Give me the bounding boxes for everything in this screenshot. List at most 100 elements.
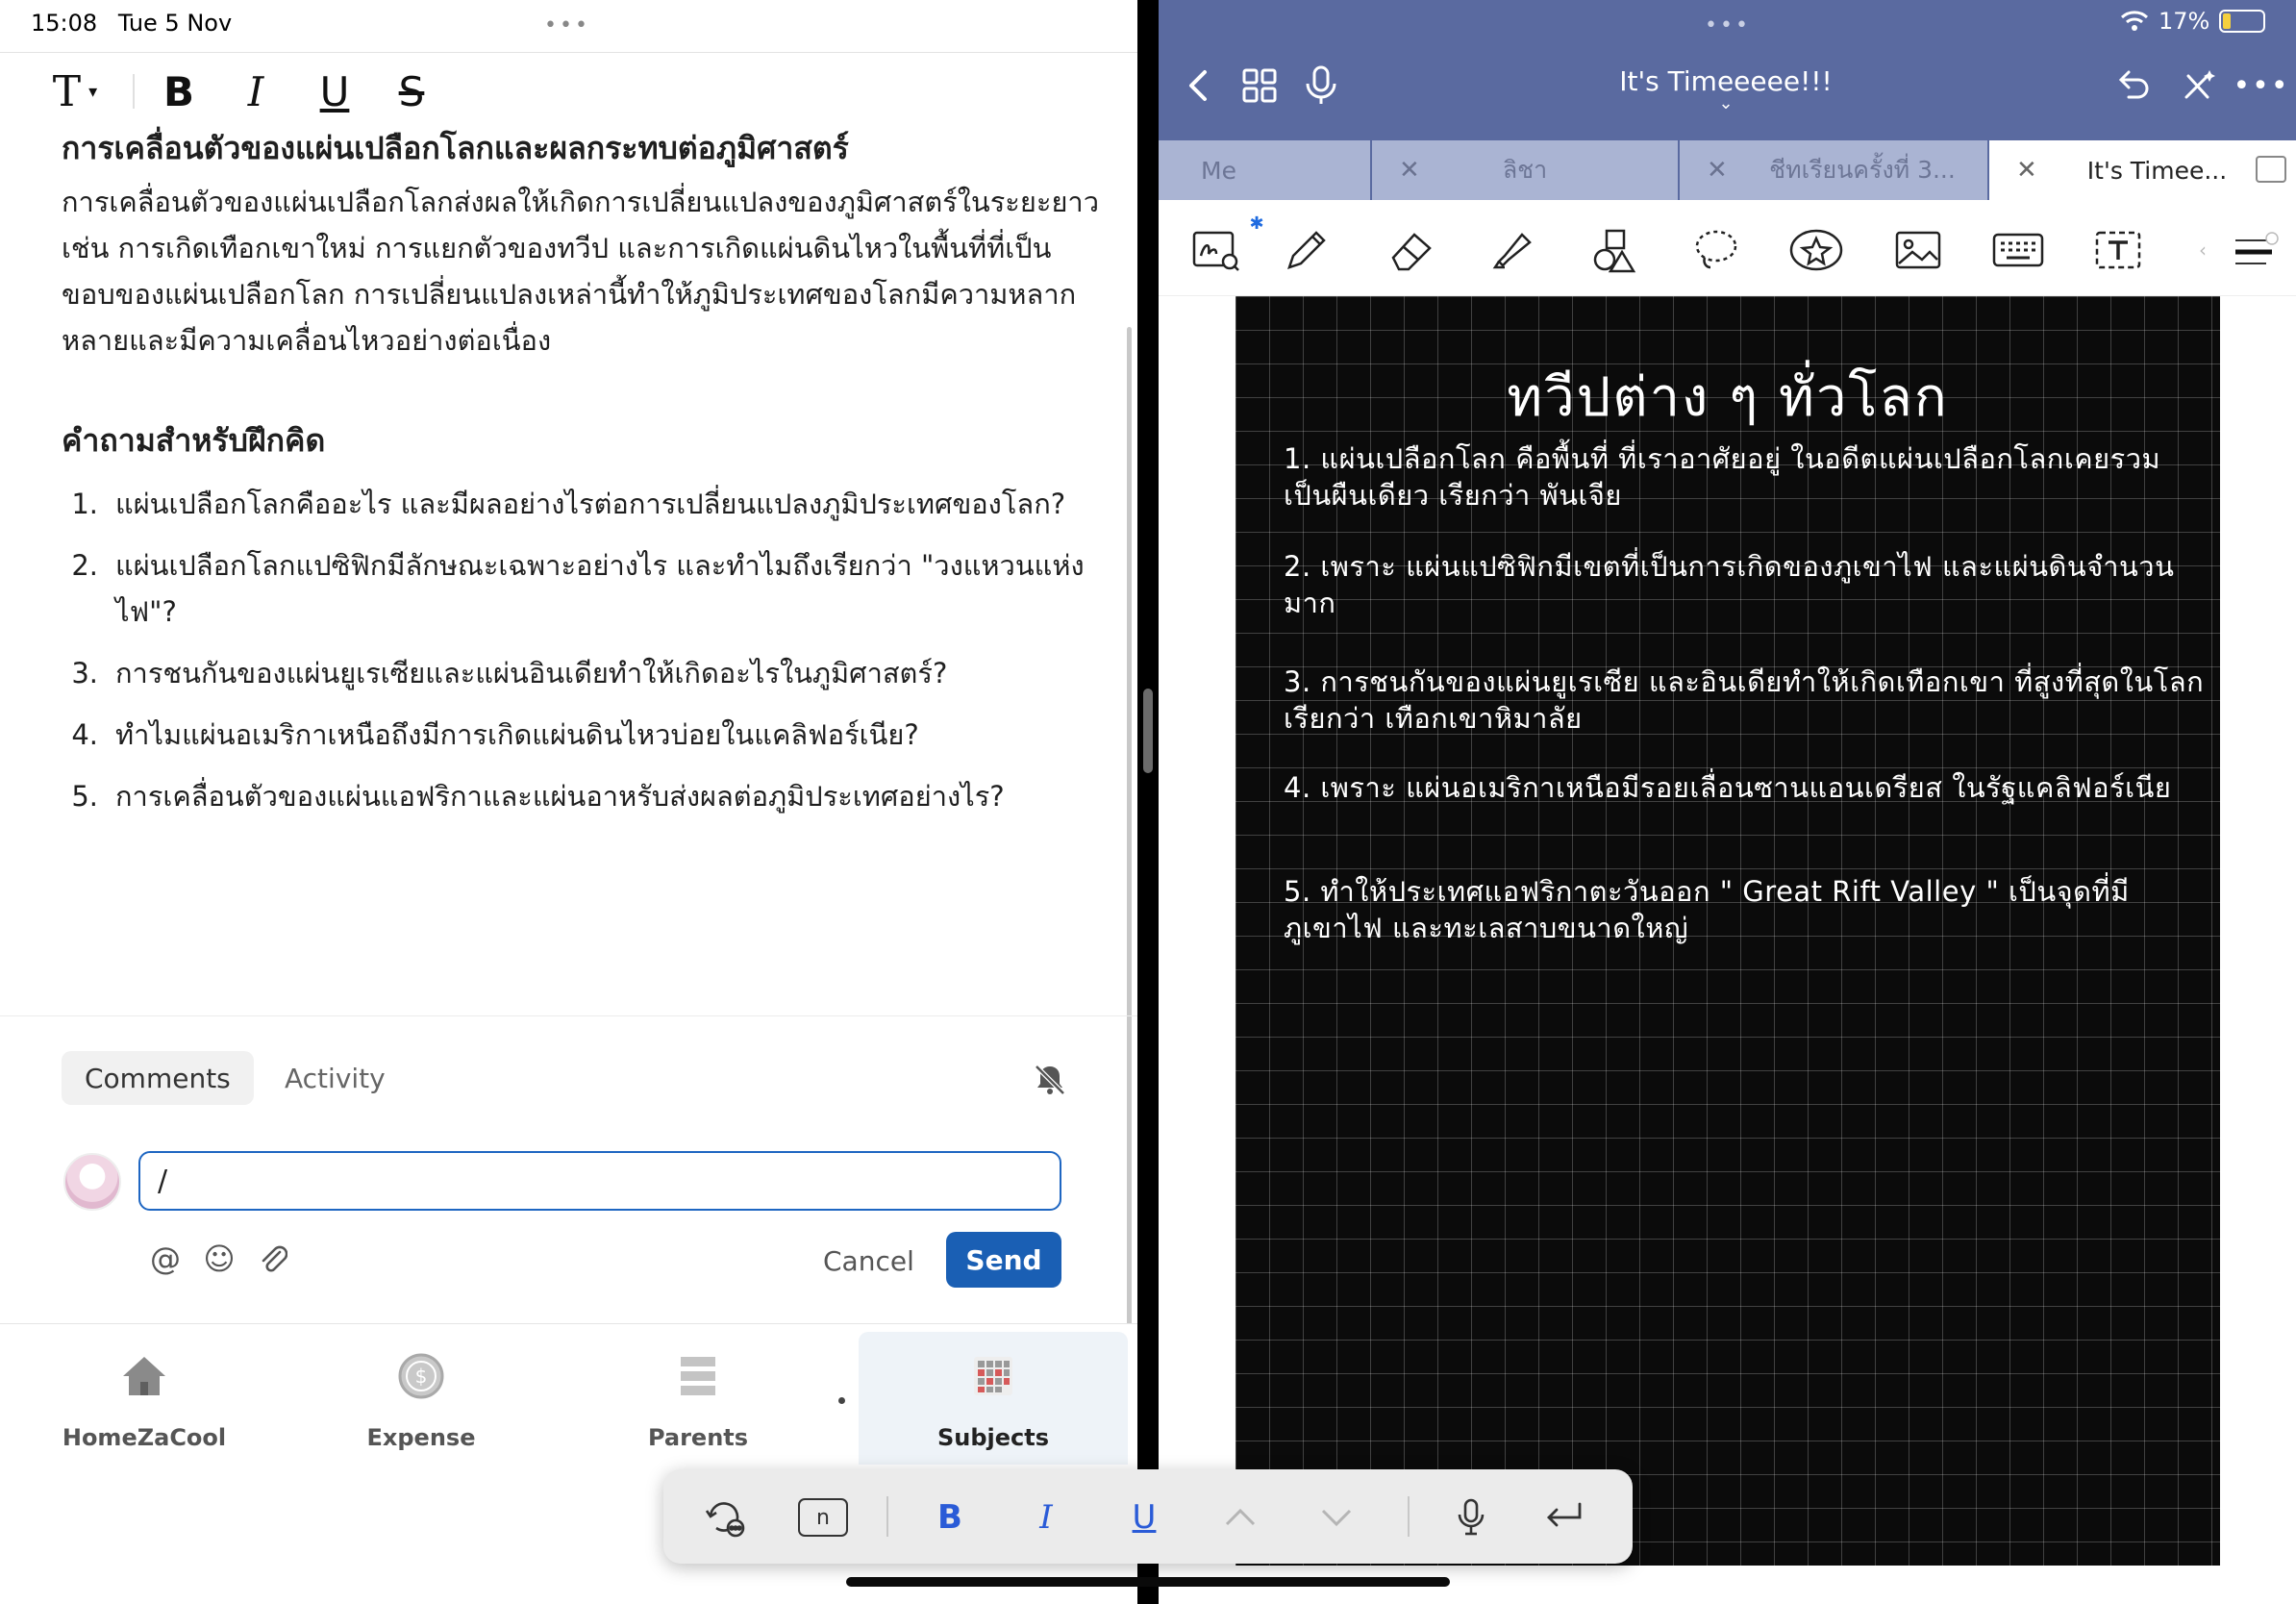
nav-label: HomeZaCool [62, 1424, 227, 1451]
tab-label: It's Timee... [2086, 156, 2228, 185]
mention-icon[interactable]: @ [146, 1240, 185, 1278]
shapes-tool-icon[interactable] [1584, 221, 1645, 279]
drawing-toolbar: ✱ ‹ [1159, 200, 2296, 296]
strikethrough-button[interactable]: S [390, 63, 433, 120]
close-sparkle-icon[interactable] [2176, 63, 2220, 108]
sidebar-toggle-icon[interactable] [2256, 156, 2286, 183]
tab-class-sheet[interactable]: ✕ ชีทเรียนครั้งที่ 3... [1680, 140, 1987, 200]
lasso-tool-icon[interactable] [1685, 221, 1747, 279]
wifi-icon [2120, 11, 2149, 31]
notebook-title[interactable]: It's Timeeeee!!! ⌄ [1437, 65, 2014, 113]
list-number: 4. [71, 718, 98, 751]
questions-list: 1. แผ่นเปลือกโลกคืออะไร และมีผลอย่างไรต่… [62, 481, 1100, 819]
toolbar-divider [886, 1496, 888, 1537]
multitask-menu-icon[interactable]: ••• [544, 13, 590, 38]
underline-button[interactable]: U [1117, 1492, 1171, 1542]
undo-history-icon[interactable] [698, 1492, 752, 1542]
highlighter-tool-icon[interactable] [1482, 221, 1543, 279]
svg-text:$: $ [415, 1365, 428, 1388]
chevron-down-icon[interactable] [1310, 1492, 1363, 1542]
home-indicator[interactable] [846, 1577, 1450, 1587]
split-view-divider[interactable] [1137, 0, 1159, 1604]
chevron-up-icon[interactable] [1213, 1492, 1267, 1542]
battery-percent: 17% [2159, 8, 2210, 35]
nav-item-homezacool[interactable]: HomeZaCool [10, 1332, 279, 1465]
multitask-menu-icon[interactable]: ••• [1705, 13, 1751, 38]
microphone-icon[interactable] [1299, 63, 1343, 108]
bold-button[interactable]: B [158, 63, 200, 120]
text-style-label: T [52, 66, 82, 116]
nav-label: Parents [647, 1424, 749, 1451]
notebook-tabs: Me ✕ ลิชา ✕ ชีทเรียนครั้งที่ 3... ✕ It's… [1159, 140, 2296, 200]
handwritten-item: 5. ทำให้ประเทศแอฟริกาตะวันออก " Great Ri… [1284, 875, 2130, 944]
cancel-button[interactable]: Cancel [804, 1234, 934, 1288]
handwritten-item: 3. การชนกันของแผ่นยูเรเซีย และอินเดียทำใ… [1284, 665, 2205, 735]
notebook-header: ••• 17% It's Timeeeee!!! ⌄ ••• [1159, 0, 2296, 140]
sticker-star-icon[interactable] [1785, 221, 1847, 279]
return-icon[interactable] [1536, 1492, 1590, 1542]
tab-licha[interactable]: ✕ ลิชา [1372, 140, 1678, 200]
tab-its-timeeeee[interactable]: ✕ It's Timee... [1989, 140, 2296, 200]
comment-input[interactable] [138, 1151, 1061, 1211]
house-icon [119, 1351, 169, 1401]
chevron-left-icon[interactable]: ‹ [2184, 221, 2222, 279]
italic-button[interactable]: I [1019, 1492, 1073, 1542]
doc-paragraph: การเคลื่อนตัวของแผ่นเปลือกโลกส่งผลให้เกิ… [62, 186, 1100, 357]
undo-icon[interactable] [2110, 63, 2155, 108]
toolbar-divider [1408, 1496, 1410, 1537]
stroke-width-icon[interactable] [2224, 221, 2285, 279]
handwriting-zoom-icon[interactable] [1185, 221, 1247, 279]
list-number: 1. [71, 488, 98, 520]
status-time: 15:08 [31, 10, 98, 37]
key-n-button[interactable]: n [796, 1492, 850, 1542]
nav-item-parents[interactable]: Parents [563, 1332, 833, 1465]
notes-app-pane: 15:08 Tue 5 Nov ••• T ▾ B I U S การเคลื่… [0, 0, 1137, 1604]
tab-label: Me [1201, 156, 1236, 185]
battery-icon [2219, 10, 2266, 33]
pen-tool-icon[interactable] [1274, 221, 1335, 279]
back-icon[interactable] [1176, 63, 1220, 108]
nav-item-expense[interactable]: $ Expense [287, 1332, 556, 1465]
tab-me[interactable]: Me [1159, 140, 1370, 200]
underline-button[interactable]: U [313, 63, 356, 120]
italic-button[interactable]: I [235, 63, 277, 120]
chevron-down-icon: ⌄ [1718, 93, 1734, 113]
nav-item-subjects[interactable]: Subjects [859, 1332, 1128, 1465]
chevron-down-icon: ▾ [88, 81, 98, 102]
tab-comments[interactable]: Comments [62, 1051, 254, 1105]
calendar-grid-icon [968, 1351, 1018, 1401]
list-text: การเคลื่อนตัวของแผ่นแอฟริกาและแผ่นอาหรับ… [115, 780, 1005, 813]
attachment-icon[interactable] [254, 1240, 292, 1278]
key-n-label: n [798, 1498, 848, 1537]
emoji-icon[interactable]: ☺ [200, 1240, 238, 1278]
text-box-tool-icon[interactable] [2087, 221, 2149, 279]
questions-heading: คำถามสำหรับฝึกคิด [62, 422, 326, 459]
tab-activity[interactable]: Activity [262, 1051, 409, 1105]
bell-slash-icon[interactable] [1031, 1061, 1069, 1099]
goodnotes-pane: ••• 17% It's Timeeeee!!! ⌄ ••• Me ✕ ลิชา… [1159, 0, 2296, 1604]
list-item: 5. การเคลื่อนตัวของแผ่นแอฟริกาและแผ่นอาห… [62, 773, 1100, 819]
list-item: 1. แผ่นเปลือกโลกคืออะไร และมีผลอย่างไรต่… [62, 481, 1100, 527]
split-view-handle[interactable] [1143, 689, 1153, 773]
eraser-tool-icon[interactable] [1382, 221, 1443, 279]
doc-heading: การเคลื่อนตัวของแผ่นเปลือกโลกและผลกระทบต… [62, 130, 849, 166]
handwritten-title: ทวีปต่าง ๆ ทั่วโลก [1507, 366, 1949, 429]
status-bar-right: 17% [2120, 8, 2266, 35]
handwritten-item: 1. แผ่นเปลือกโลก คือพื้นที่ ที่เราอาศัยอ… [1284, 442, 2161, 512]
notebook-page[interactable]: ทวีปต่าง ๆ ทั่วโลก 1. แผ่นเปลือกโลก คือพ… [1235, 296, 2220, 1566]
bold-button[interactable]: B [923, 1492, 977, 1542]
microphone-icon[interactable] [1444, 1492, 1498, 1542]
image-tool-icon[interactable] [1887, 221, 1949, 279]
list-text: การชนกันของแผ่นยูเรเซียและแผ่นอินเดียทำใ… [115, 657, 948, 689]
nav-indicator-dot [838, 1397, 845, 1404]
send-button[interactable]: Send [946, 1232, 1061, 1288]
more-icon[interactable]: ••• [2233, 63, 2287, 108]
text-style-button[interactable]: T ▾ [37, 63, 113, 120]
nav-label: Expense [366, 1424, 476, 1451]
document-body[interactable]: การเคลื่อนตัวของแผ่นเปลือกโลกและผลกระทบต… [62, 125, 1100, 835]
grid-view-icon[interactable] [1237, 63, 1282, 108]
list-number: 2. [71, 549, 98, 582]
keyboard-tool-icon[interactable] [1987, 221, 2049, 279]
tab-label: ชีทเรียนครั้งที่ 3... [1769, 156, 1956, 184]
formatting-toolbar: T ▾ B I U S [0, 52, 1137, 127]
